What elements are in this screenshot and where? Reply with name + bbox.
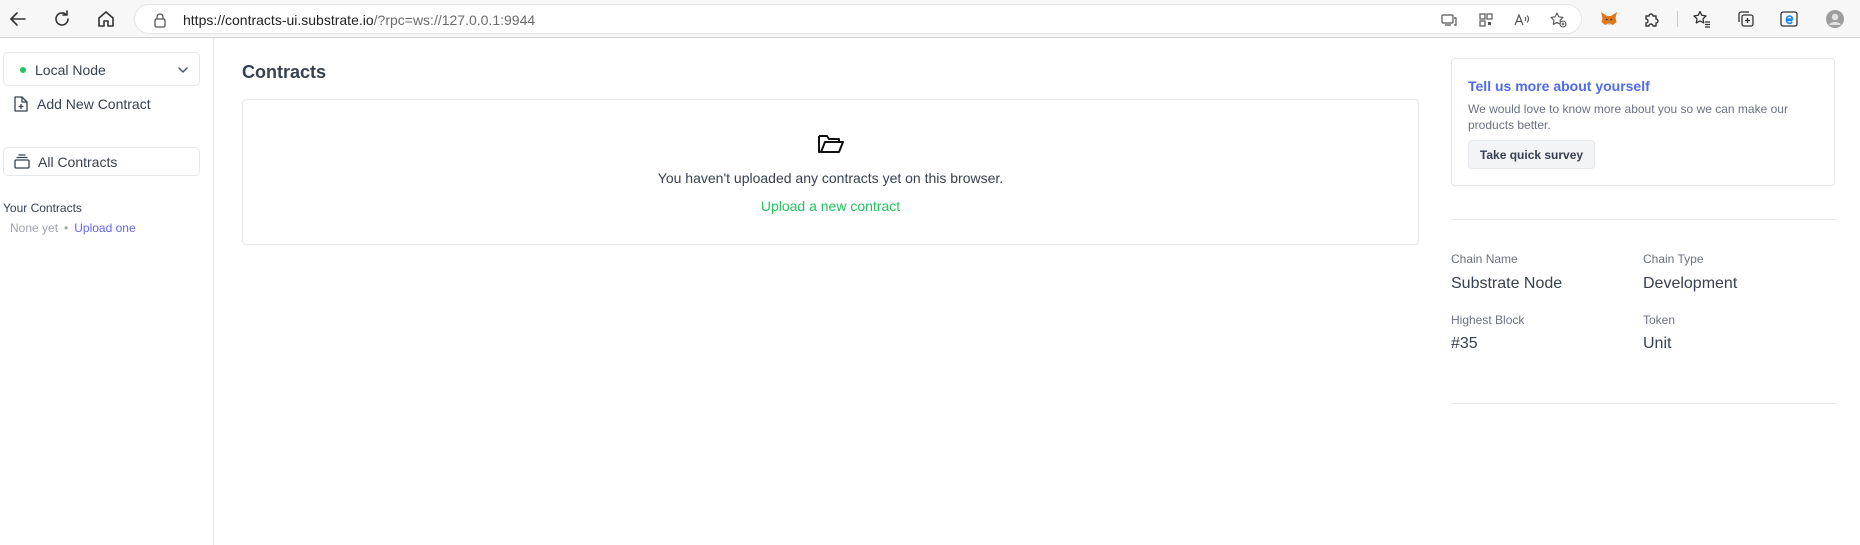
browser-toolbar: https://contracts-ui.substrate.io/?rpc=w… — [0, 0, 1860, 38]
toolbar-separator — [1677, 11, 1678, 27]
extensions-button[interactable] — [1638, 5, 1666, 33]
node-label: Local Node — [35, 62, 106, 78]
add-favorite-icon[interactable] — [1548, 10, 1568, 30]
survey-text: We would love to know more about you so … — [1468, 102, 1788, 132]
avatar-icon — [1826, 10, 1844, 28]
favorites-icon — [1693, 10, 1710, 28]
chain-type-label: Chain Type — [1643, 252, 1704, 266]
metamask-fox-icon — [1601, 12, 1617, 25]
your-contracts-empty: None yet • Upload one — [10, 221, 136, 235]
url-host: https://contracts-ui.substrate.io — [183, 12, 374, 28]
sidebar-item-add-new-contract[interactable]: Add New Contract — [3, 90, 200, 119]
file-plus-icon — [12, 95, 30, 113]
back-button[interactable] — [4, 5, 32, 33]
lock-icon[interactable] — [151, 11, 169, 29]
refresh-button[interactable] — [48, 5, 76, 33]
url-rest: /?rpc=ws://127.0.0.1:9944 — [373, 12, 536, 28]
sidebar-item-all-contracts[interactable]: All Contracts — [3, 147, 200, 176]
bullet-separator: • — [64, 221, 69, 235]
app-available-icon[interactable] — [1439, 10, 1459, 30]
highest-block-label: Highest Block — [1451, 313, 1525, 327]
collections-button[interactable] — [1732, 5, 1760, 33]
take-survey-button[interactable]: Take quick survey — [1468, 140, 1595, 169]
empty-contracts-card: You haven't uploaded any contracts yet o… — [242, 99, 1419, 245]
chain-name-value: Substrate Node — [1451, 275, 1563, 292]
token-value: Unit — [1643, 335, 1672, 352]
folder-icon — [818, 135, 844, 153]
chain-type-value: Development — [1643, 275, 1738, 292]
home-button[interactable] — [92, 5, 120, 33]
sidebar-item-label: Add New Contract — [37, 96, 151, 112]
page-title: Contracts — [242, 62, 327, 82]
address-bar[interactable]: https://contracts-ui.substrate.io/?rpc=w… — [134, 4, 1582, 34]
node-selector[interactable]: Local Node — [3, 52, 200, 86]
refresh-icon — [55, 10, 69, 26]
survey-title: Tell us more about yourself — [1468, 78, 1650, 94]
token-label: Token — [1643, 313, 1676, 327]
node-status-dot — [20, 67, 26, 73]
divider — [1451, 219, 1836, 220]
ie-mode-button[interactable] — [1775, 5, 1803, 33]
empty-message: You haven't uploaded any contracts yet o… — [657, 170, 1004, 186]
chain-name-label: Chain Name — [1451, 252, 1518, 266]
read-aloud-icon[interactable] — [1512, 10, 1532, 30]
home-icon — [98, 11, 114, 27]
survey-card: Tell us more about yourself We would lov… — [1451, 58, 1835, 186]
metamask-extension-button[interactable] — [1595, 5, 1623, 33]
collections-icon — [1738, 11, 1754, 27]
sidebar: Local Node Add New Contract All Contract… — [0, 38, 214, 545]
upload-new-contract-link[interactable]: Upload a new contract — [243, 198, 1418, 214]
qr-code-icon[interactable] — [1476, 10, 1496, 30]
chevron-down-icon — [178, 67, 188, 73]
url-text[interactable]: https://contracts-ui.substrate.io/?rpc=w… — [183, 12, 535, 28]
back-arrow-icon — [10, 12, 26, 26]
your-contracts-title: Your Contracts — [3, 201, 82, 215]
none-yet-text: None yet — [10, 221, 59, 235]
puzzle-icon — [1645, 13, 1659, 27]
upload-one-link[interactable]: Upload one — [74, 221, 135, 235]
divider — [1451, 403, 1836, 404]
highest-block-value: #35 — [1451, 335, 1478, 352]
profile-button[interactable] — [1821, 5, 1849, 33]
sidebar-item-label: All Contracts — [38, 154, 118, 170]
contracts-stack-icon — [13, 153, 31, 171]
favorites-button[interactable] — [1688, 5, 1716, 33]
ie-mode-icon — [1780, 11, 1798, 27]
